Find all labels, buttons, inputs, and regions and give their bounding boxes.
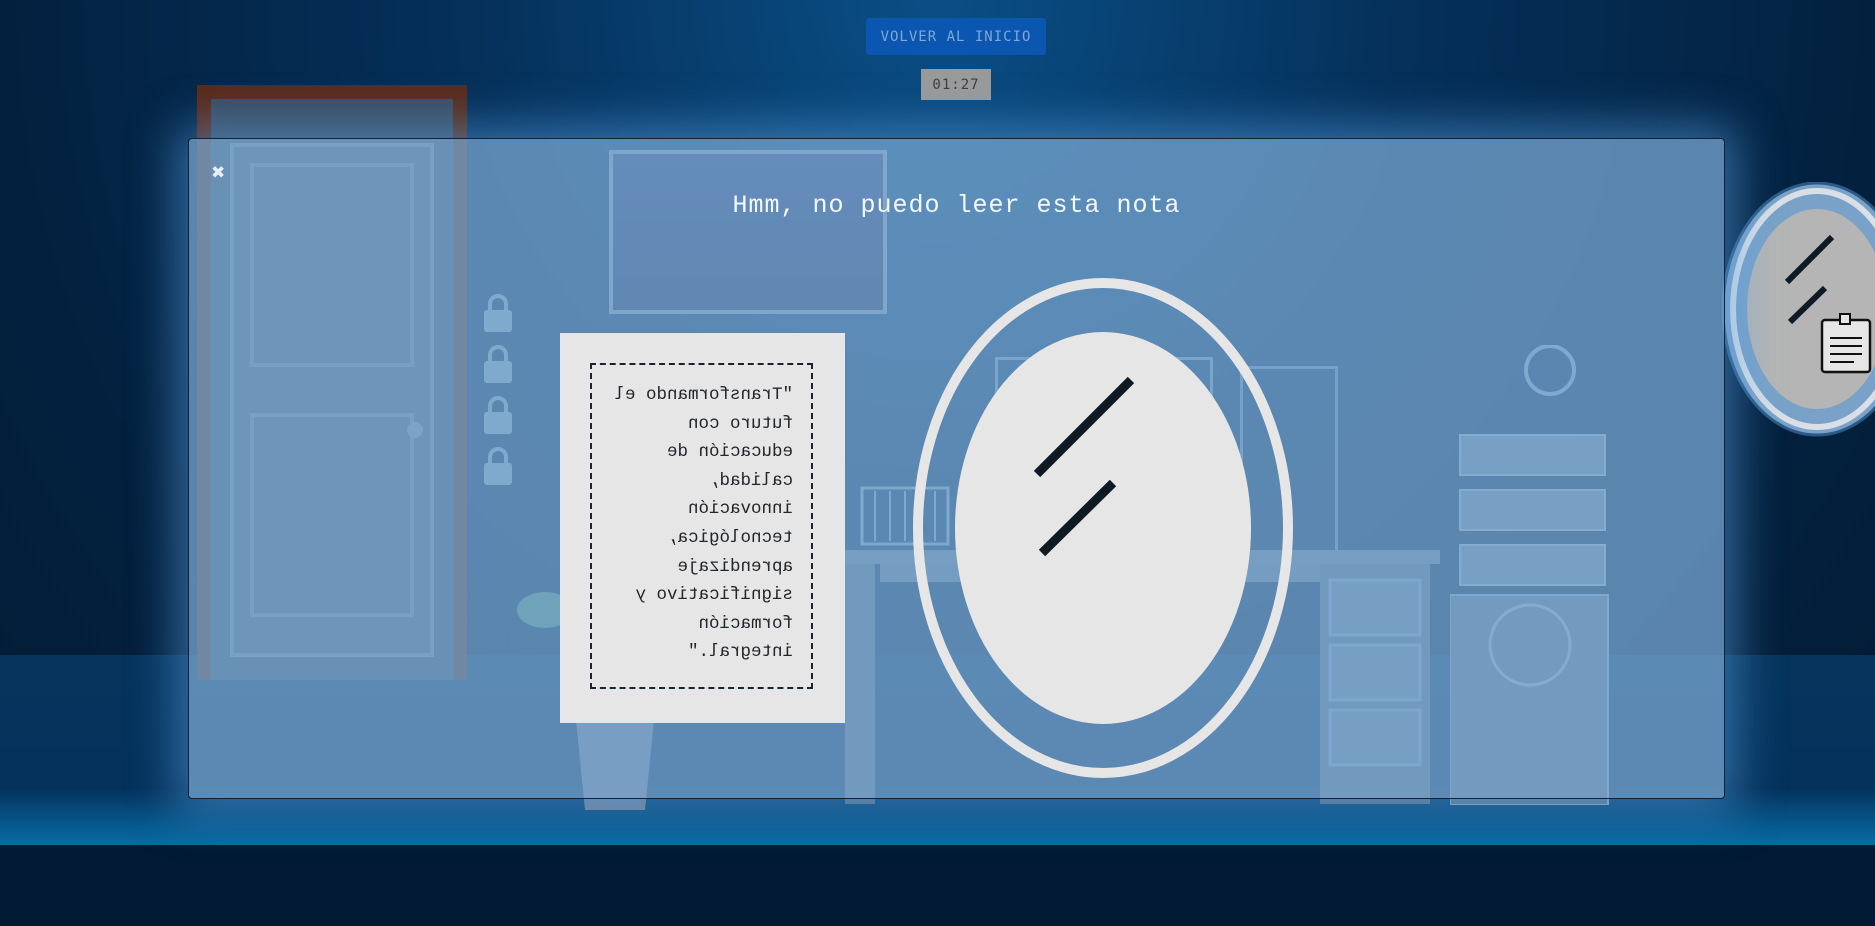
note-border: "Transformando el futuro con educación d… — [590, 363, 813, 689]
mirror-inventory-item[interactable] — [1722, 182, 1875, 437]
mirrored-note-text: "Transformando el futuro con educación d… — [614, 385, 793, 663]
note-card: "Transformando el futuro con educación d… — [560, 333, 845, 723]
mirror-icon[interactable] — [913, 278, 1293, 778]
modal-title: Hmm, no puedo leer esta nota — [732, 191, 1181, 220]
note-icon — [1820, 313, 1872, 374]
note-modal: ✖ Hmm, no puedo leer esta nota "Transfor… — [188, 138, 1725, 799]
countdown-timer: 01:27 — [921, 69, 991, 100]
close-icon[interactable]: ✖ — [211, 163, 225, 183]
room-floor-edge — [0, 845, 1875, 926]
back-to-home-button[interactable]: VOLVER AL INICIO — [866, 18, 1046, 55]
